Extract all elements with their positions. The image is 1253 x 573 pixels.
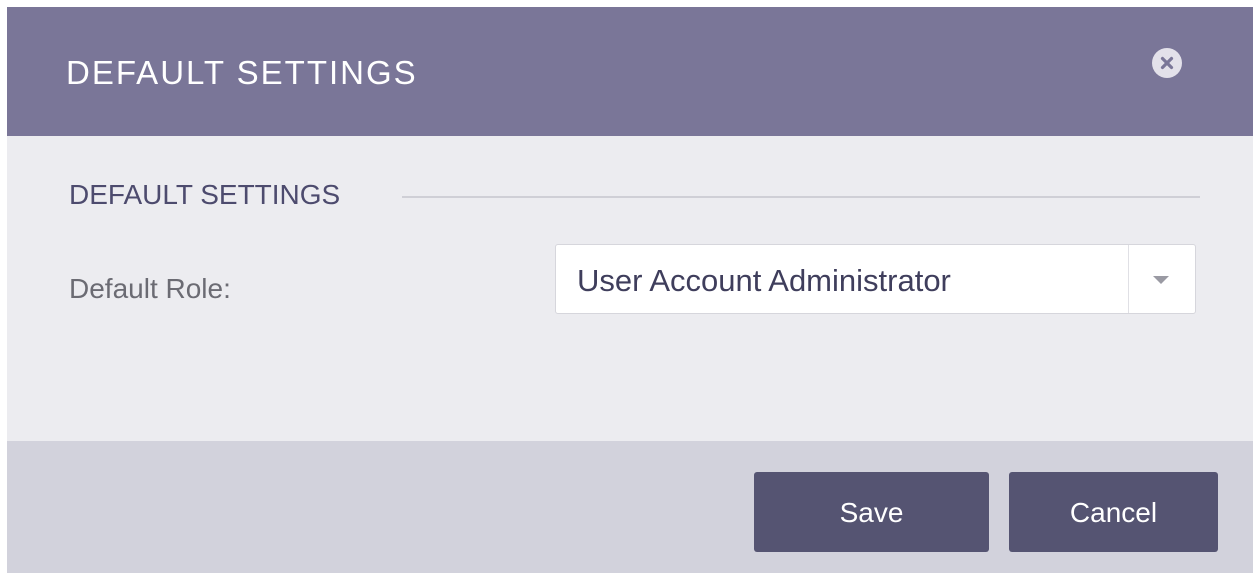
dialog-header: DEFAULT SETTINGS [7,7,1253,136]
close-button[interactable] [1152,48,1182,78]
dialog-title: DEFAULT SETTINGS [66,54,418,91]
section-divider [402,196,1200,198]
close-icon [1160,56,1174,70]
save-button[interactable]: Save [754,472,989,552]
cancel-button[interactable]: Cancel [1009,472,1218,552]
default-role-label: Default Role: [69,273,231,304]
section-title: DEFAULT SETTINGS [69,178,351,212]
default-settings-dialog: DEFAULT SETTINGS DEFAULT SETTINGS Defaul… [7,7,1253,573]
chevron-down-icon[interactable] [1151,274,1171,286]
dialog-body: DEFAULT SETTINGS Default Role: User Acco… [7,136,1253,441]
select-divider [1128,245,1129,313]
default-role-value: User Account Administrator [577,263,951,298]
dialog-footer: Save Cancel [7,441,1253,573]
default-role-select[interactable]: User Account Administrator [555,244,1196,314]
